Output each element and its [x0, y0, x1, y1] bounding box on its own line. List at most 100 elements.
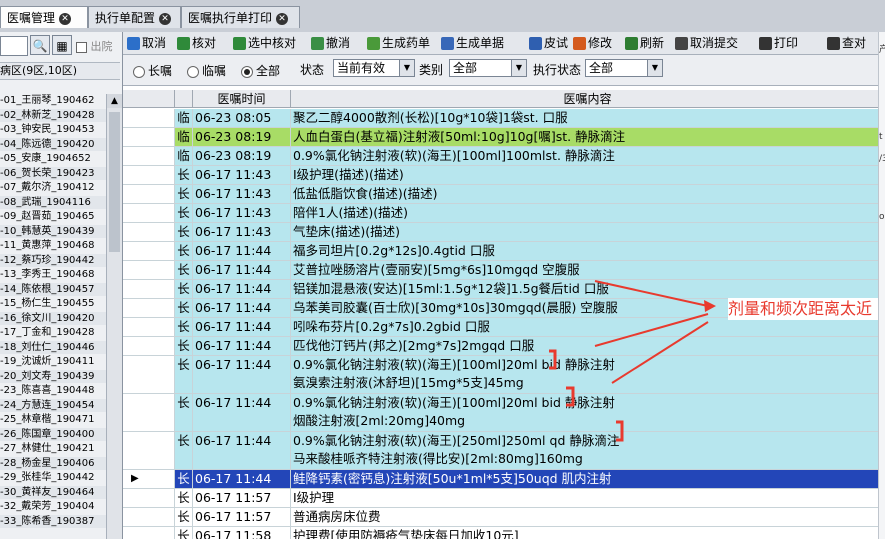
- row-indicator[interactable]: [123, 128, 175, 146]
- category-select[interactable]: 全部 ▼: [449, 59, 527, 77]
- row-indicator[interactable]: [123, 337, 175, 355]
- patient-list-item[interactable]: -26_陈国章_190400: [0, 427, 106, 441]
- row-indicator[interactable]: [123, 242, 175, 260]
- row-indicator[interactable]: [123, 223, 175, 241]
- chevron-down-icon[interactable]: ▼: [511, 60, 526, 76]
- patient-list-item[interactable]: -27_林健仕_190421: [0, 442, 106, 455]
- patient-search-input[interactable]: [0, 36, 28, 56]
- table-row[interactable]: 长 06-17 11:58 护理费[使用防褥疮气垫床每日加收10元]: [123, 527, 885, 539]
- table-row[interactable]: 长 06-17 11:57 普通病房床位费: [123, 508, 885, 527]
- table-row[interactable]: 长 06-17 11:44 0.9%氯化钠注射液(软)(海王)[100ml]20ml…: [123, 394, 885, 432]
- patient-list-item[interactable]: -30_黄祥友_190464: [0, 485, 106, 499]
- patient-list-item[interactable]: -29_张桂华_190442: [0, 471, 106, 484]
- row-indicator[interactable]: [123, 432, 175, 469]
- toolbar-button[interactable]: 选中核对: [233, 35, 296, 51]
- toolbar-button[interactable]: 生成单据: [441, 35, 504, 51]
- table-row[interactable]: 临 06-23 08:19 0.9%氯化钠注射液(软)(海王)[100ml]100m…: [123, 147, 885, 166]
- row-indicator[interactable]: [123, 147, 175, 165]
- radio-all[interactable]: 全部: [241, 62, 280, 79]
- scroll-thumb[interactable]: [109, 112, 120, 252]
- row-indicator[interactable]: ▶: [123, 470, 175, 488]
- table-row[interactable]: 长 06-17 11:44 0.9%氯化钠注射液(软)(海王)[250ml]250m…: [123, 432, 885, 470]
- radio-long-term[interactable]: 长嘱: [133, 62, 172, 79]
- tab-exec-print[interactable]: 医嘱执行单打印 ✕: [181, 6, 300, 28]
- toolbar-button[interactable]: 取消: [127, 35, 166, 51]
- patient-list-item[interactable]: -10_韩慧英_190439: [0, 224, 106, 238]
- patient-list-item[interactable]: -04_陈远德_190420: [0, 137, 106, 151]
- toolbar-button[interactable]: 核对: [177, 35, 216, 51]
- patient-list-item[interactable]: -23_陈喜喜_190448: [0, 384, 106, 397]
- row-indicator[interactable]: [123, 299, 175, 317]
- table-row[interactable]: 长 06-17 11:43 陪伴1人(描述)(描述): [123, 204, 885, 223]
- patient-list-item[interactable]: -20_刘文寿_190439: [0, 369, 106, 383]
- chevron-down-icon[interactable]: ▼: [399, 60, 414, 76]
- patient-list-item[interactable]: -13_李秀王_190468: [0, 268, 106, 281]
- table-row[interactable]: ▶ 长 06-17 11:44 鲑降钙素(密钙息)注射液[50u*1ml*5支]50u…: [123, 470, 885, 489]
- row-indicator[interactable]: [123, 394, 175, 431]
- patient-list-item[interactable]: -25_林章楷_190471: [0, 413, 106, 426]
- row-indicator[interactable]: [123, 261, 175, 279]
- header-order-time[interactable]: 医嘱时间: [193, 90, 291, 108]
- filter-icon[interactable]: ▦: [52, 35, 72, 55]
- patient-list-item[interactable]: -32_戴荣芳_190404: [0, 500, 106, 513]
- patient-list-item[interactable]: -28_杨金星_190406: [0, 456, 106, 470]
- row-indicator[interactable]: [123, 166, 175, 184]
- table-row[interactable]: 长 06-17 11:44 艾普拉唑肠溶片(壹丽安)[5mg*6s]10mgqd 空…: [123, 261, 885, 280]
- patient-list-item[interactable]: -18_刘仕仁_190446: [0, 340, 106, 354]
- toolbar-button[interactable]: 取消提交: [675, 35, 738, 51]
- table-row[interactable]: 长 06-17 11:57 I级护理: [123, 489, 885, 508]
- close-icon[interactable]: ✕: [159, 12, 172, 25]
- toolbar-button[interactable]: 生成药单: [367, 35, 430, 51]
- patient-list-item[interactable]: -09_赵晋茹_190465: [0, 210, 106, 223]
- tab-exec-config[interactable]: 执行单配置 ✕: [88, 6, 181, 28]
- patient-list-item[interactable]: -33_陈希香_190387: [0, 514, 106, 528]
- patient-list-scrollbar[interactable]: ▲: [106, 94, 122, 539]
- status-select[interactable]: 当前有效 ▼: [333, 59, 415, 77]
- patient-list-item[interactable]: -14_陈依根_190457: [0, 282, 106, 296]
- table-row[interactable]: 长 06-17 11:43 气垫床(描述)(描述): [123, 223, 885, 242]
- row-indicator[interactable]: [123, 109, 175, 127]
- table-row[interactable]: 临 06-23 08:05 聚乙二醇4000散剂(长松)[10g*10袋]1袋st.…: [123, 109, 885, 128]
- discharged-checkbox[interactable]: 出院: [76, 38, 113, 54]
- row-indicator[interactable]: [123, 318, 175, 336]
- row-indicator[interactable]: [123, 508, 175, 526]
- patient-list-item[interactable]: -11_黄惠萍_190468: [0, 239, 106, 252]
- row-indicator[interactable]: [123, 280, 175, 298]
- row-indicator[interactable]: [123, 489, 175, 507]
- table-row[interactable]: 临 06-23 08:19 人血白蛋白(基立福)注射液[50ml:10g]10g[嘱…: [123, 128, 885, 147]
- patient-list-item[interactable]: -01_王丽琴_190462: [0, 94, 106, 107]
- tab-order-management[interactable]: 医嘱管理 ✕: [0, 6, 88, 28]
- toolbar-button[interactable]: 刷新: [625, 35, 664, 51]
- chevron-down-icon[interactable]: ▼: [647, 60, 662, 76]
- row-indicator[interactable]: [123, 185, 175, 203]
- header-order-content[interactable]: 医嘱内容: [291, 90, 885, 108]
- table-row[interactable]: 长 06-17 11:44 吲哚布芬片[0.2g*7s]0.2gbid 口服: [123, 318, 885, 337]
- table-row[interactable]: 长 06-17 11:44 匹伐他汀钙片(邦之)[2mg*7s]2mgqd 口服: [123, 337, 885, 356]
- close-icon[interactable]: ✕: [276, 12, 289, 25]
- exec-status-select[interactable]: 全部 ▼: [585, 59, 663, 77]
- toolbar-button[interactable]: 撤消: [311, 35, 350, 51]
- patient-list-item[interactable]: -06_贺长荣_190423: [0, 166, 106, 180]
- radio-temporary[interactable]: 临嘱: [187, 62, 226, 79]
- table-row[interactable]: 长 06-17 11:44 0.9%氯化钠注射液(软)(海王)[100ml]20ml…: [123, 356, 885, 394]
- close-icon[interactable]: ✕: [59, 12, 72, 25]
- table-row[interactable]: 长 06-17 11:44 铝镁加混悬液(安达)[15ml:1.5g*12袋]1.5…: [123, 280, 885, 299]
- patient-list-item[interactable]: -02_林新芝_190428: [0, 108, 106, 122]
- toolbar-button[interactable]: 查对: [827, 35, 866, 51]
- patient-list-item[interactable]: -07_戴尔济_190412: [0, 181, 106, 194]
- toolbar-button[interactable]: 打印: [759, 35, 798, 51]
- patient-list-item[interactable]: -16_徐文川_190420: [0, 311, 106, 325]
- table-row[interactable]: 长 06-17 11:43 低盐低脂饮食(描述)(描述): [123, 185, 885, 204]
- patient-list-item[interactable]: -05_安康_1904652: [0, 152, 106, 165]
- toolbar-button[interactable]: 修改: [573, 35, 612, 51]
- patient-list-item[interactable]: -24_方慧连_190454: [0, 398, 106, 412]
- row-indicator[interactable]: [123, 356, 175, 393]
- patient-list-item[interactable]: -03_钟安民_190453: [0, 123, 106, 136]
- row-indicator[interactable]: [123, 204, 175, 222]
- row-indicator[interactable]: [123, 527, 175, 539]
- patient-list-item[interactable]: -17_丁金和_190428: [0, 326, 106, 339]
- chevron-up-icon[interactable]: ▲: [107, 94, 122, 108]
- patient-list-item[interactable]: -19_沈诚炘_190411: [0, 355, 106, 368]
- patient-list-item[interactable]: -12_蔡巧珍_190442: [0, 253, 106, 267]
- search-icon[interactable]: 🔍: [30, 35, 50, 55]
